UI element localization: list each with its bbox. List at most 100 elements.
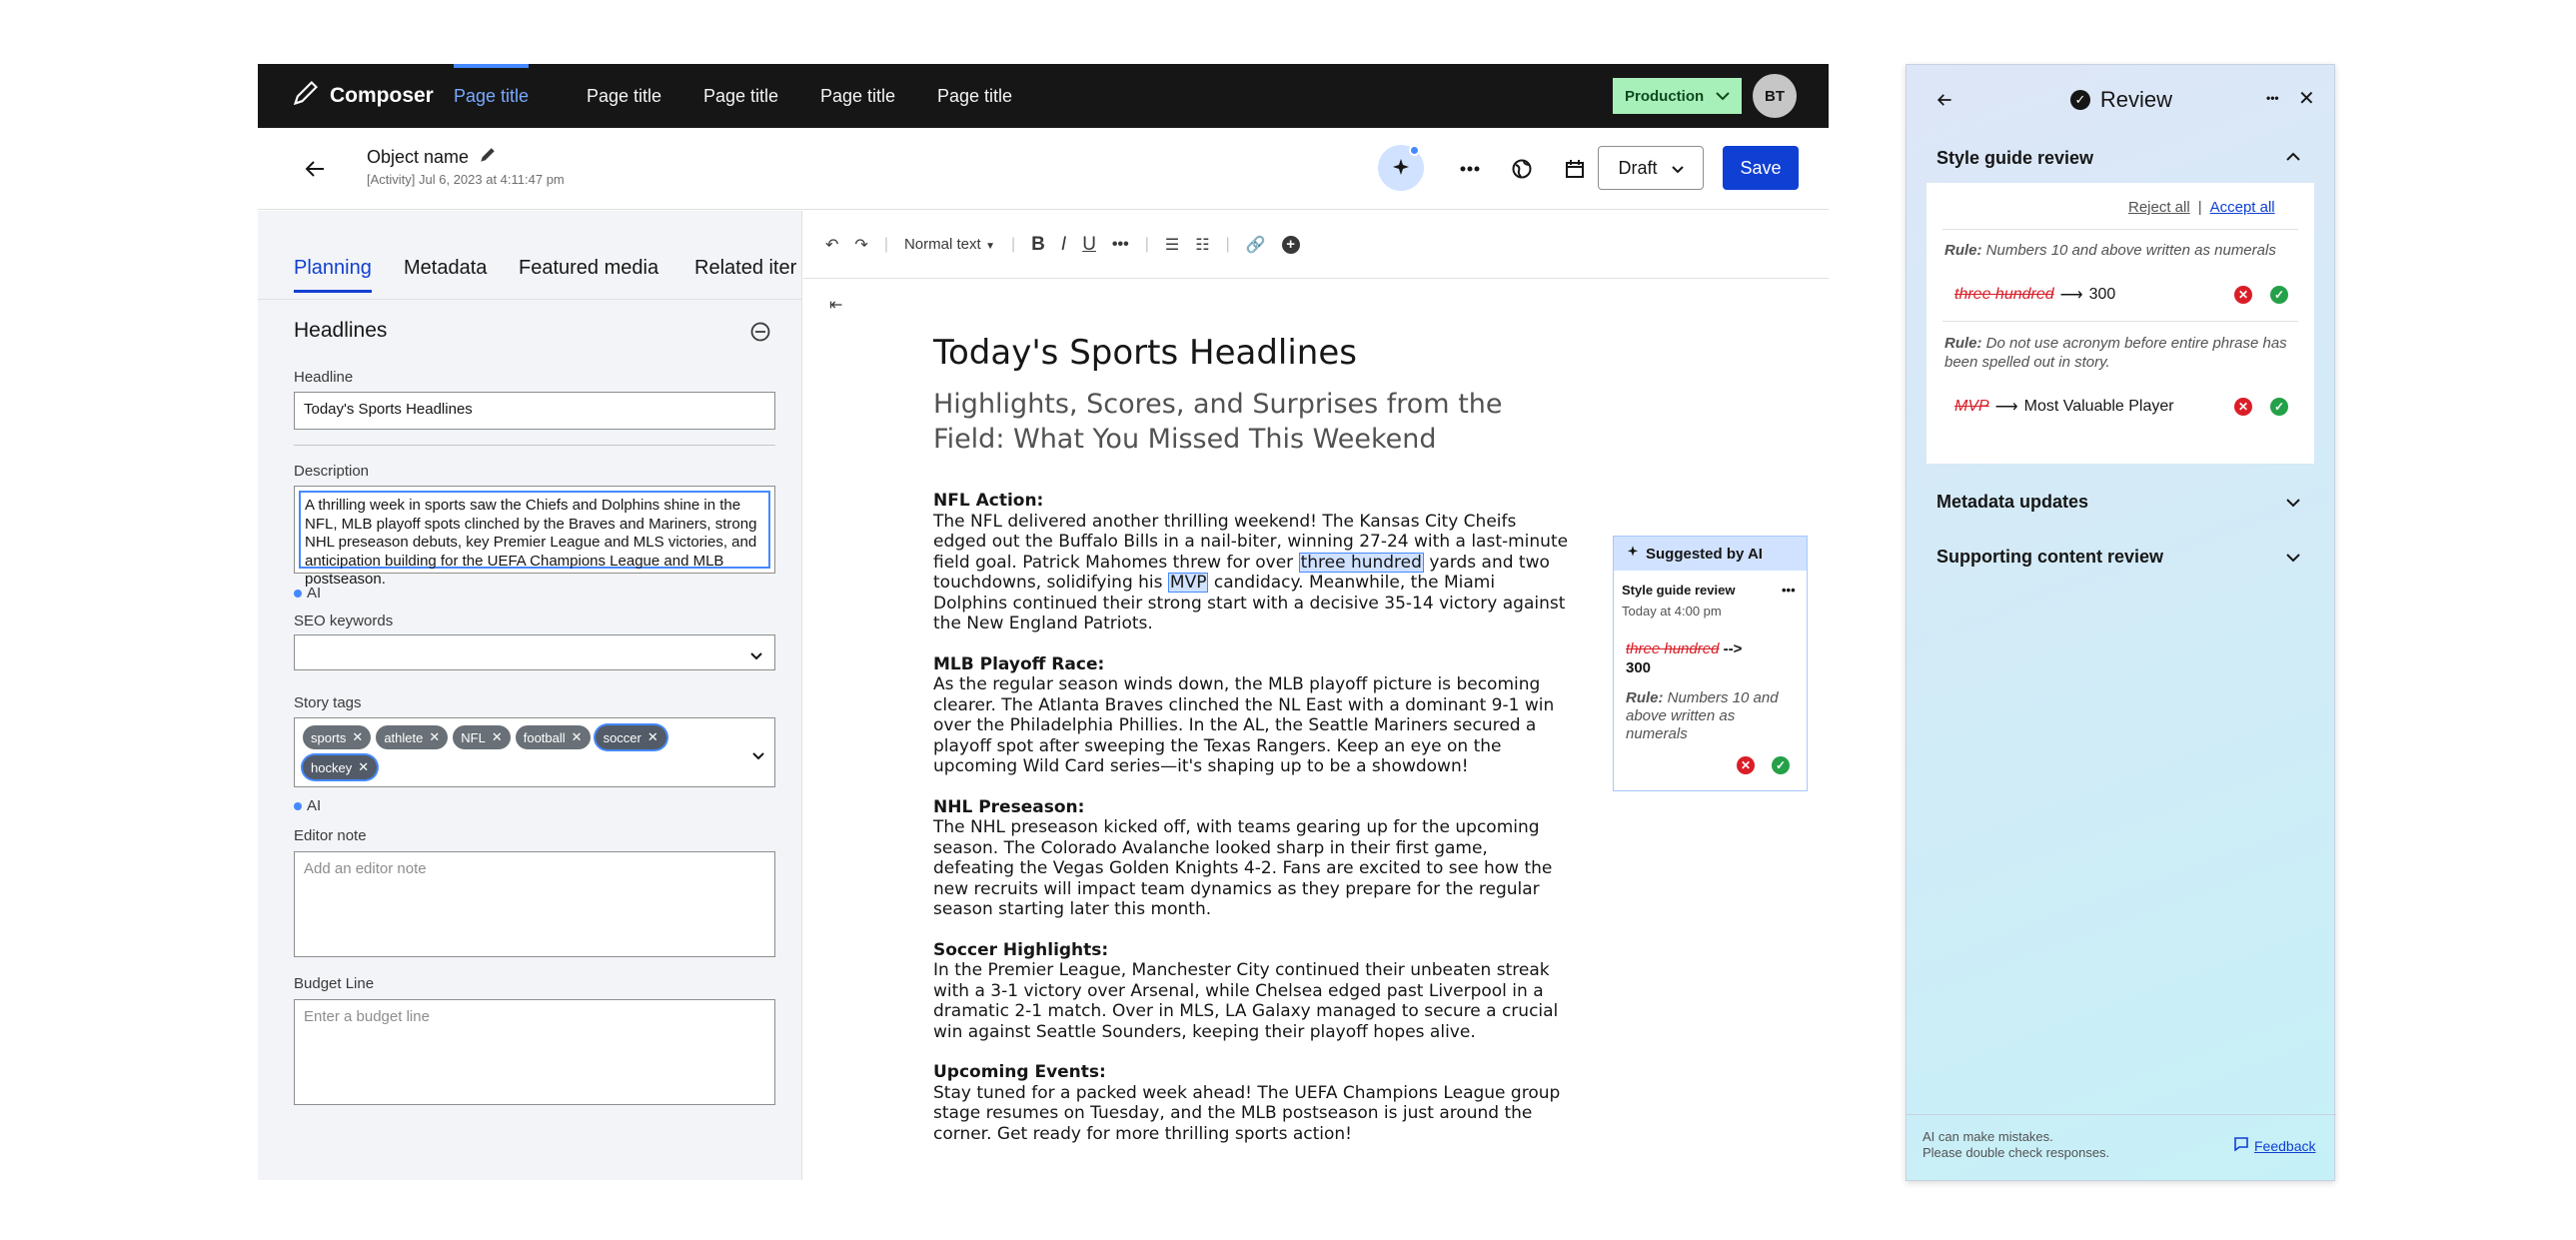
tag-chip[interactable]: athlete ✕ (376, 725, 449, 749)
top-tab-2[interactable]: Page title (587, 64, 661, 128)
metadata-updates-accordion[interactable]: Metadata updates (1936, 492, 2088, 513)
toolbar-divider: | (1144, 235, 1149, 253)
flagged-text[interactable]: three hundred (1298, 552, 1424, 573)
document-subtitle[interactable]: Highlights, Scores, and Surprises from t… (933, 387, 1573, 457)
chevron-down-icon[interactable] (2286, 550, 2300, 568)
accept-icon[interactable]: ✓ (1772, 756, 1790, 774)
globe-icon[interactable] (1509, 156, 1535, 182)
link-icon[interactable]: 🔗 (1246, 235, 1266, 255)
environment-select[interactable]: Production (1613, 78, 1743, 114)
more-options-icon[interactable] (1457, 156, 1483, 182)
tag-chip[interactable]: NFL ✕ (453, 725, 511, 749)
document-body[interactable]: Today's Sports Headlines Highlights, Sco… (933, 333, 1573, 1164)
top-tab-3[interactable]: Page title (703, 64, 778, 128)
collapse-panel-icon[interactable]: ⇤ (829, 295, 842, 315)
text-style-select[interactable]: Normal text ▼ (904, 236, 995, 254)
paragraph-heading: Soccer Highlights: (933, 939, 1109, 960)
close-icon[interactable]: ✕ (352, 729, 363, 745)
description-text[interactable]: A thrilling week in sports saw the Chief… (299, 491, 770, 588)
more-options-icon[interactable]: ••• (2266, 91, 2279, 105)
underline-icon[interactable]: U (1082, 234, 1096, 256)
chevron-up-icon[interactable] (2286, 149, 2300, 167)
app-logo[interactable]: Composer (292, 64, 434, 128)
paragraph-heading: Upcoming Events: (933, 1062, 1106, 1082)
accept-icon[interactable]: ✓ (2270, 286, 2288, 304)
ai-indicator: AI (294, 585, 321, 602)
suggested-text: Most Valuable Player (2023, 398, 2174, 415)
app-name: Composer (330, 84, 434, 107)
arrow-right-icon: ⟶ (2059, 287, 2083, 304)
top-tab-5[interactable]: Page title (937, 64, 1012, 128)
chevron-down-icon[interactable] (2286, 495, 2300, 513)
more-formatting-icon[interactable]: ••• (1112, 236, 1129, 254)
collapse-minus-icon[interactable] (749, 321, 771, 343)
tag-chip[interactable]: football ✕ (515, 725, 591, 749)
edit-pencil-icon[interactable] (479, 146, 497, 169)
save-button[interactable]: Save (1723, 146, 1799, 190)
toolbar-divider: | (1011, 235, 1016, 253)
feedback-link[interactable]: Feedback (2233, 1137, 2315, 1154)
tag-label: NFL (461, 729, 486, 745)
style-guide-card: Reject all | Accept all Rule: Numbers 10… (1927, 183, 2314, 464)
paragraph-nfl[interactable]: NFL Action: The NFL delivered another thr… (933, 491, 1573, 634)
top-tab-1[interactable]: Page title (454, 64, 530, 128)
italic-icon[interactable]: I (1061, 234, 1066, 256)
tag-chip[interactable]: hockey ✕ (303, 755, 378, 779)
calendar-icon[interactable] (1562, 156, 1588, 182)
arrow-right-icon: ⟶ (1994, 399, 2018, 416)
reject-icon[interactable]: ✕ (1737, 756, 1755, 774)
seo-keywords-select[interactable] (294, 634, 775, 670)
close-icon[interactable]: ✕ (647, 729, 658, 745)
close-icon[interactable]: ✕ (429, 729, 440, 745)
close-icon[interactable]: ✕ (2298, 86, 2315, 111)
document-title[interactable]: Today's Sports Headlines (933, 333, 1573, 373)
user-avatar[interactable]: BT (1753, 74, 1797, 118)
style-guide-accordion[interactable]: Style guide review (1936, 148, 2093, 169)
paragraph-nhl[interactable]: NHL Preseason: The NHL preseason kicked o… (933, 797, 1573, 920)
top-tab-4[interactable]: Page title (820, 64, 895, 128)
ai-suggestion-card[interactable]: Suggested by AI Style guide review ••• T… (1613, 536, 1808, 791)
tab-featured-media[interactable]: Featured media (519, 257, 658, 290)
pencil-logo-icon (292, 79, 320, 113)
close-icon[interactable]: ✕ (572, 729, 583, 745)
rule-text: Do not use acronym before entire phrase … (1944, 335, 2287, 371)
planning-panel: Planning Metadata Featured media Related… (258, 211, 802, 1180)
tab-related-items[interactable]: Related iter (694, 257, 796, 290)
close-icon[interactable]: ✕ (492, 729, 503, 745)
paragraph-events[interactable]: Upcoming Events: Stay tuned for a packed … (933, 1062, 1573, 1144)
reject-all-link[interactable]: Reject all (2128, 199, 2190, 216)
add-circle-icon[interactable]: + (1281, 235, 1300, 254)
close-icon[interactable]: ✕ (358, 759, 369, 775)
more-options-icon[interactable]: ••• (1782, 583, 1796, 598)
budget-line-input[interactable]: Enter a budget line (294, 999, 775, 1105)
back-arrow-icon[interactable] (300, 154, 330, 184)
paragraph-soccer[interactable]: Soccer Highlights: In the Premier League,… (933, 940, 1573, 1043)
tabs-divider (258, 299, 802, 300)
flagged-text[interactable]: MVP (1167, 573, 1209, 593)
headline-input[interactable]: Today's Sports Headlines (294, 392, 775, 430)
reject-icon[interactable]: ✕ (2234, 398, 2252, 416)
bullet-list-icon[interactable]: ☰ (1165, 235, 1179, 255)
accept-all-link[interactable]: Accept all (2210, 199, 2275, 216)
description-field[interactable]: A thrilling week in sports saw the Chief… (294, 486, 775, 588)
tag-label: athlete (384, 729, 424, 745)
supporting-content-accordion[interactable]: Supporting content review (1936, 547, 2163, 568)
reject-icon[interactable]: ✕ (2234, 286, 2252, 304)
numbered-list-icon[interactable]: ☷ (1195, 235, 1209, 255)
undo-icon[interactable]: ↶ (825, 235, 838, 255)
tag-chip[interactable]: soccer ✕ (595, 725, 666, 749)
story-tags-field[interactable]: sports ✕ athlete ✕ NFL ✕ football ✕ soccer ✕ hocke… (294, 717, 775, 787)
tag-chip[interactable]: sports ✕ (303, 725, 372, 749)
paragraph-mlb[interactable]: MLB Playoff Race: As the regular season w… (933, 654, 1573, 777)
accept-icon[interactable]: ✓ (2270, 398, 2288, 416)
description-label: Description (294, 463, 370, 480)
tab-planning[interactable]: Planning (294, 257, 372, 293)
bulk-actions: Reject all | Accept all (2128, 199, 2275, 216)
status-dropdown[interactable]: Draft (1598, 146, 1704, 190)
editor-note-input[interactable]: Add an editor note (294, 851, 775, 957)
redo-icon[interactable]: ↷ (854, 235, 867, 255)
original-text: three hundred (1626, 640, 1720, 657)
tab-metadata[interactable]: Metadata (404, 257, 487, 290)
bold-icon[interactable]: B (1031, 234, 1045, 256)
chevron-down-icon[interactable] (752, 747, 764, 764)
